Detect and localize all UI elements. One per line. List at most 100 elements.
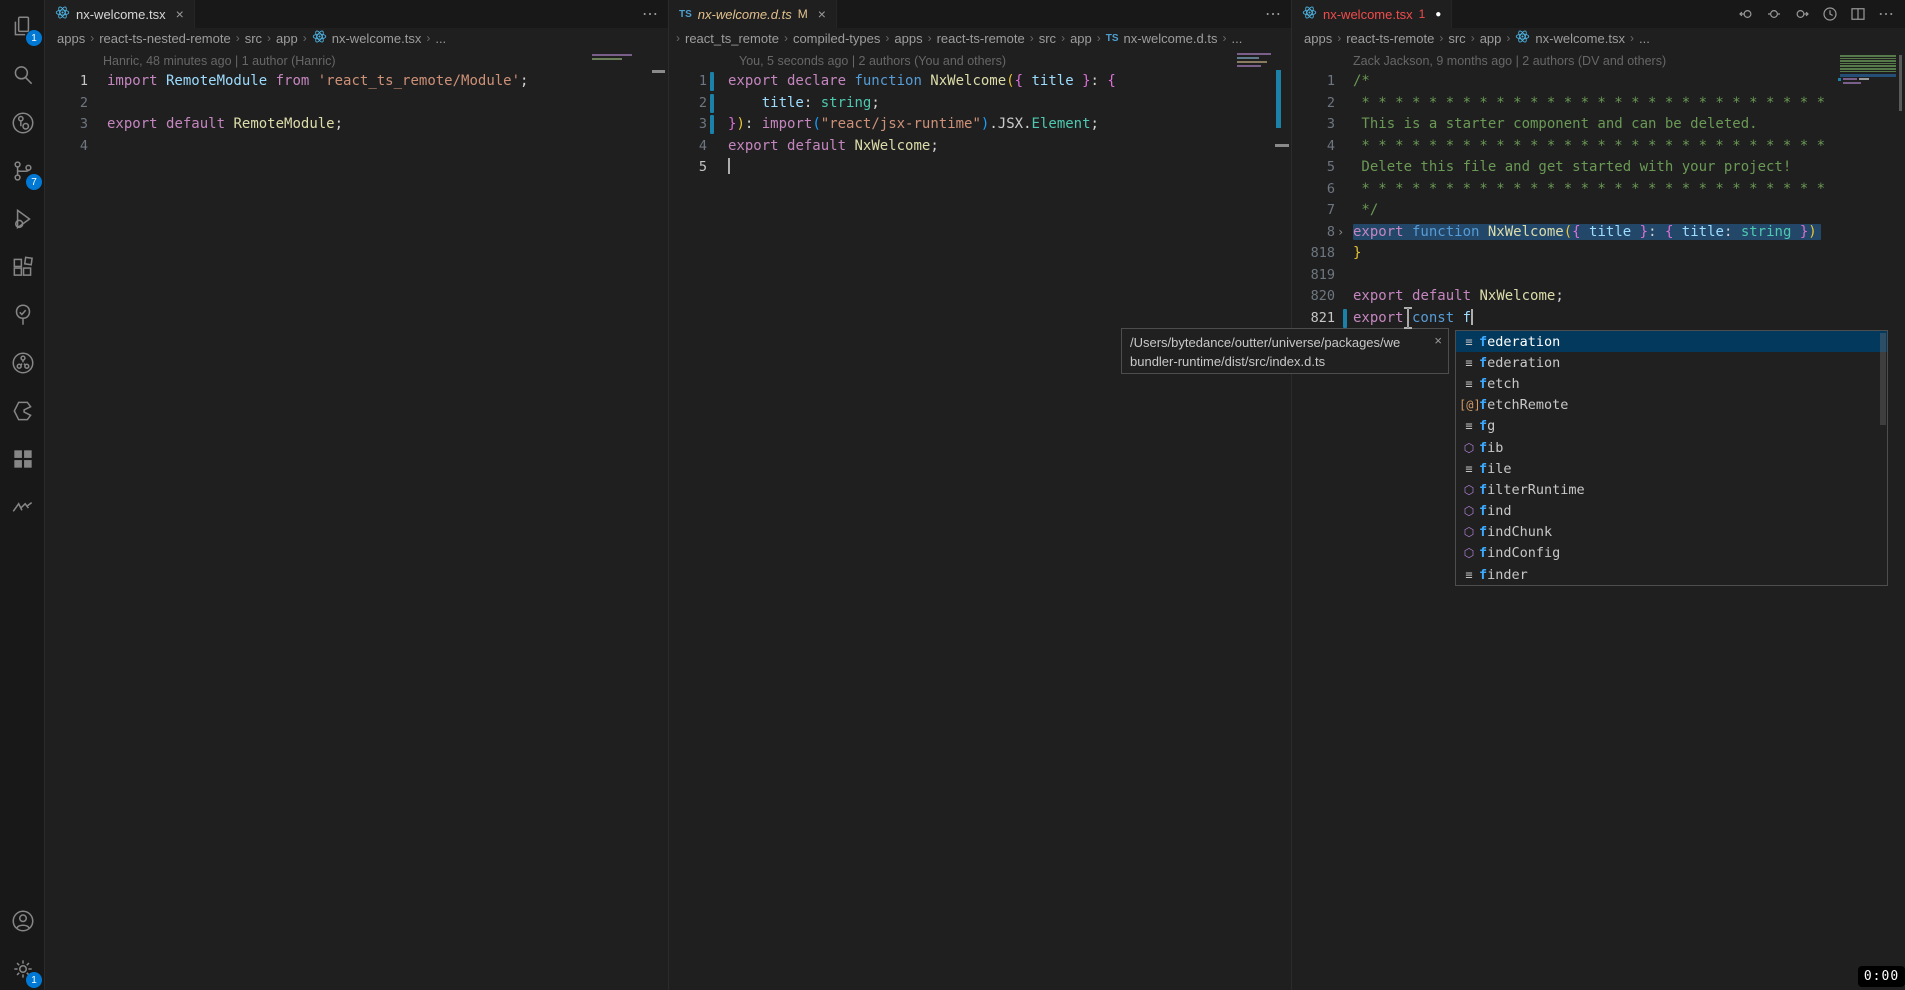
suggest-label: findConfig bbox=[1479, 545, 1560, 561]
breadcrumb-trail[interactable]: ... bbox=[1231, 31, 1242, 46]
breadcrumb-trail[interactable]: ... bbox=[1639, 31, 1650, 46]
code-editor[interactable]: 1/*2 * * * * * * * * * * * * * * * * * *… bbox=[1292, 71, 1905, 329]
extensions-icon[interactable] bbox=[8, 252, 38, 282]
suggest-item-find[interactable]: ⬡find bbox=[1456, 501, 1887, 522]
explorer-icon[interactable]: 1 bbox=[8, 12, 38, 42]
code-line-5[interactable]: 5 Delete this file and get started with … bbox=[1292, 157, 1905, 179]
code-editor[interactable]: 1export declare function NxWelcome({ tit… bbox=[669, 71, 1291, 179]
breadcrumb-file[interactable]: nx-welcome.tsx bbox=[1535, 31, 1625, 46]
breadcrumb-item[interactable]: react-ts-nested-remote bbox=[99, 31, 231, 46]
history-icon[interactable] bbox=[1821, 5, 1839, 23]
code-line-1[interactable]: 1import RemoteModule from 'react_ts_remo… bbox=[45, 71, 668, 93]
code-line-2[interactable]: 2 bbox=[45, 93, 668, 115]
search-icon[interactable] bbox=[8, 60, 38, 90]
tab-dirty-dot[interactable]: ● bbox=[1435, 9, 1441, 20]
breadcrumb-item[interactable]: apps bbox=[1304, 31, 1332, 46]
breadcrumb-item[interactable]: src bbox=[1448, 31, 1465, 46]
editor-group-left[interactable]: nx-welcome.tsx×⋯apps›react-ts-nested-rem… bbox=[45, 0, 668, 990]
code-text: This is a starter component and can be d… bbox=[1353, 114, 1758, 136]
hex-c-extension-icon[interactable] bbox=[8, 396, 38, 426]
fold-chevron-icon[interactable]: › bbox=[1337, 222, 1344, 244]
source-control-icon[interactable]: 7 bbox=[8, 156, 38, 186]
suggest-item-file[interactable]: ≡file bbox=[1456, 458, 1887, 479]
suggest-widget[interactable]: ≡federation≡federation≡fetch[@]fetchRemo… bbox=[1455, 330, 1888, 586]
suggest-item-findConfig[interactable]: ⬡findConfig bbox=[1456, 543, 1887, 564]
suggest-item-fetchRemote[interactable]: [@]fetchRemote bbox=[1456, 395, 1887, 416]
breadcrumb-file[interactable]: nx-welcome.d.ts bbox=[1124, 31, 1218, 46]
minimap-comment-lines bbox=[1840, 55, 1896, 57]
suggest-scrollbar[interactable] bbox=[1880, 333, 1886, 425]
code-line-821[interactable]: 821export const f bbox=[1292, 308, 1905, 330]
breadcrumb-item[interactable]: app bbox=[1070, 31, 1092, 46]
code-line-7[interactable]: 7 */ bbox=[1292, 200, 1905, 222]
suggest-item-federation[interactable]: ≡federation bbox=[1456, 331, 1887, 352]
code-line-2[interactable]: 2 * * * * * * * * * * * * * * * * * * * … bbox=[1292, 93, 1905, 115]
suggest-item-fetch[interactable]: ≡fetch bbox=[1456, 373, 1887, 394]
code-line-819[interactable]: 819 bbox=[1292, 265, 1905, 287]
grid-extension-icon[interactable] bbox=[8, 444, 38, 474]
more-actions-icon[interactable]: ⋯ bbox=[642, 4, 658, 24]
suggest-item-filterRuntime[interactable]: ⬡filterRuntime bbox=[1456, 479, 1887, 500]
code-line-4[interactable]: 4 * * * * * * * * * * * * * * * * * * * … bbox=[1292, 136, 1905, 158]
compare-icon[interactable] bbox=[1765, 5, 1783, 23]
breadcrumb-separator: › bbox=[1030, 31, 1034, 45]
tab-bar: nx-welcome.tsx1● bbox=[1292, 0, 1905, 28]
breadcrumb-item[interactable]: react-ts-remote bbox=[1346, 31, 1434, 46]
split-editor-icon[interactable] bbox=[1849, 5, 1867, 23]
settings-gear-icon[interactable]: 1 bbox=[8, 954, 38, 984]
more-actions-icon[interactable]: ⋯ bbox=[1265, 4, 1281, 24]
breadcrumb-item[interactable]: apps bbox=[57, 31, 85, 46]
suggest-item-fib[interactable]: ⬡fib bbox=[1456, 437, 1887, 458]
next-change-icon[interactable] bbox=[1793, 5, 1811, 23]
tab-nx-welcome.tsx[interactable]: nx-welcome.tsx1● bbox=[1292, 0, 1452, 28]
code-line-3[interactable]: 3export default RemoteModule; bbox=[45, 114, 668, 136]
breadcrumb-item[interactable]: compiled-types bbox=[793, 31, 880, 46]
more-actions-icon[interactable] bbox=[1877, 5, 1895, 23]
tab-nx-welcome.d.ts[interactable]: TSnx-welcome.d.tsM× bbox=[669, 0, 837, 28]
tooltip-close-icon[interactable]: × bbox=[1434, 333, 1442, 348]
suggest-item-findChunk[interactable]: ⬡findChunk bbox=[1456, 522, 1887, 543]
suggest-item-federation[interactable]: ≡federation bbox=[1456, 352, 1887, 373]
pane-divider-2[interactable] bbox=[1291, 0, 1292, 990]
code-line-820[interactable]: 820export default NxWelcome; bbox=[1292, 286, 1905, 308]
zigzag-extension-icon[interactable] bbox=[8, 492, 38, 522]
code-line-6[interactable]: 6 * * * * * * * * * * * * * * * * * * * … bbox=[1292, 179, 1905, 201]
git-graph-icon[interactable] bbox=[8, 348, 38, 378]
suggest-item-finder[interactable]: ≡finder bbox=[1456, 564, 1887, 585]
text-suggestion-icon: ≡ bbox=[1459, 419, 1479, 433]
breadcrumb-item[interactable]: react_ts_remote bbox=[685, 31, 779, 46]
breadcrumb-item[interactable]: app bbox=[276, 31, 298, 46]
breadcrumb-item[interactable]: src bbox=[245, 31, 262, 46]
code-line-5[interactable]: 5 bbox=[669, 157, 1291, 179]
pane-divider-1[interactable] bbox=[668, 0, 669, 990]
accounts-icon[interactable] bbox=[8, 906, 38, 936]
tab-close-icon[interactable]: × bbox=[176, 6, 184, 22]
breadcrumb-trail[interactable]: ... bbox=[435, 31, 446, 46]
prev-change-icon[interactable] bbox=[1737, 5, 1755, 23]
code-editor[interactable]: 1import RemoteModule from 'react_ts_remo… bbox=[45, 71, 668, 157]
todo-tree-icon[interactable] bbox=[8, 300, 38, 330]
suggest-item-fg[interactable]: ≡fg bbox=[1456, 416, 1887, 437]
code-line-818[interactable]: 818} bbox=[1292, 243, 1905, 265]
tab-nx-welcome.tsx[interactable]: nx-welcome.tsx× bbox=[45, 0, 195, 28]
code-line-1[interactable]: 1/* bbox=[1292, 71, 1905, 93]
code-line-3[interactable]: 3 This is a starter component and can be… bbox=[1292, 114, 1905, 136]
minimap-comment-lines bbox=[1840, 58, 1896, 60]
code-line-8[interactable]: 8›export function NxWelcome({ title }: {… bbox=[1292, 222, 1905, 244]
react-file-icon bbox=[1515, 29, 1530, 47]
run-debug-icon[interactable] bbox=[8, 204, 38, 234]
editor-group-middle[interactable]: TSnx-welcome.d.tsM×⋯›react_ts_remote›com… bbox=[669, 0, 1291, 990]
text-suggestion-icon: ≡ bbox=[1459, 335, 1479, 349]
code-line-4[interactable]: 4export default NxWelcome; bbox=[669, 136, 1291, 158]
breadcrumb-item[interactable]: src bbox=[1039, 31, 1056, 46]
code-line-2[interactable]: 2 title: string; bbox=[669, 93, 1291, 115]
breadcrumb-file[interactable]: nx-welcome.tsx bbox=[332, 31, 422, 46]
breadcrumb-item[interactable]: react-ts-remote bbox=[937, 31, 1025, 46]
code-line-1[interactable]: 1export declare function NxWelcome({ tit… bbox=[669, 71, 1291, 93]
gitlens-icon[interactable] bbox=[8, 108, 38, 138]
breadcrumb-item[interactable]: app bbox=[1480, 31, 1502, 46]
code-line-4[interactable]: 4 bbox=[45, 136, 668, 158]
breadcrumb-item[interactable]: apps bbox=[894, 31, 922, 46]
tab-close-icon[interactable]: × bbox=[818, 6, 826, 22]
code-line-3[interactable]: 3}): import("react/jsx-runtime").JSX.Ele… bbox=[669, 114, 1291, 136]
